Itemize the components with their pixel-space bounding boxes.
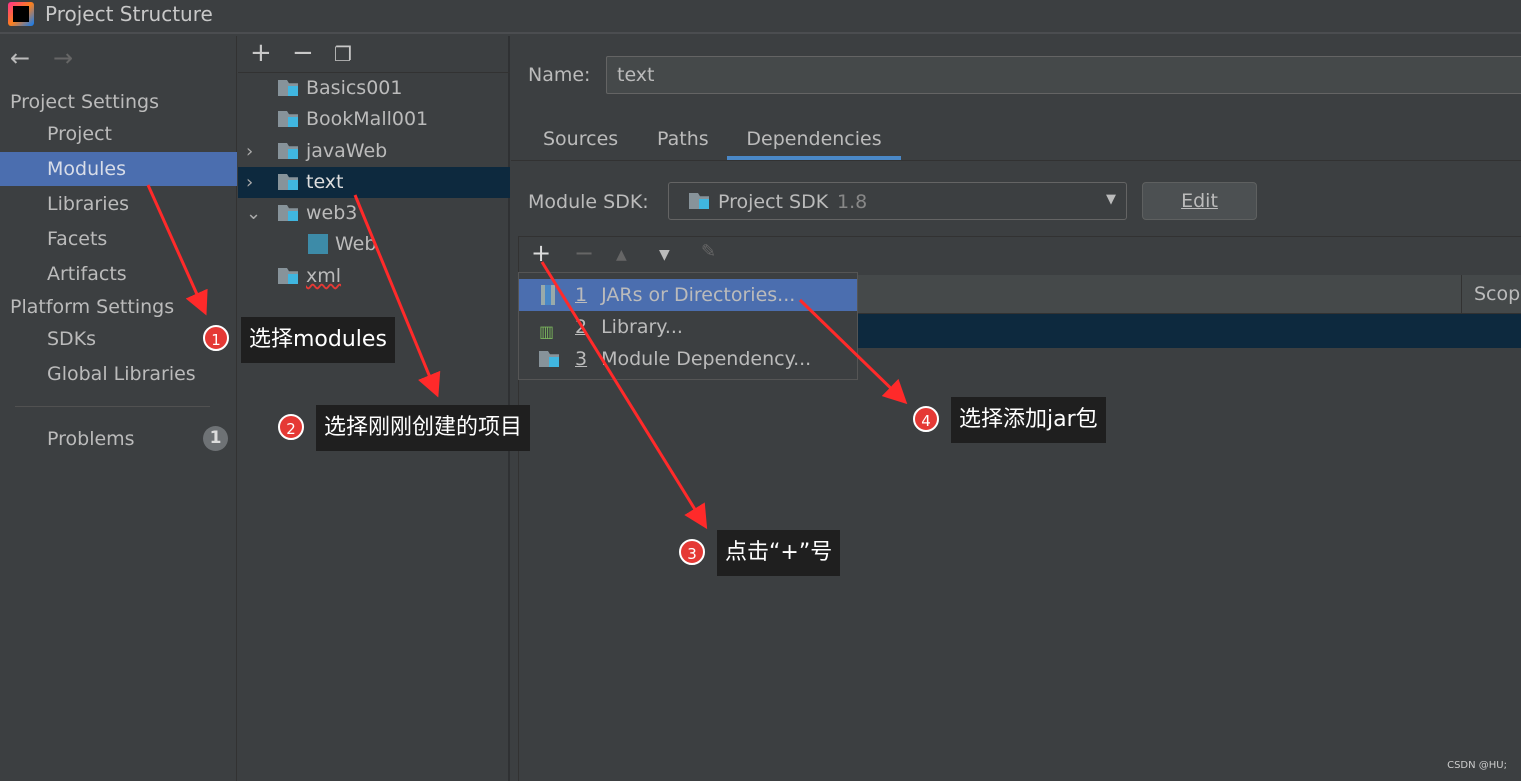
module-folder-icon xyxy=(278,205,298,221)
module-sdk-label: Module SDK: xyxy=(528,191,649,213)
sidebar-item-modules[interactable]: Modules xyxy=(0,152,237,186)
module-folder-icon xyxy=(278,111,298,127)
divider xyxy=(15,406,210,407)
module-folder-icon xyxy=(278,174,298,190)
chevron-down-icon[interactable]: ⌄ xyxy=(246,198,261,229)
chevron-down-icon: ▼ xyxy=(1106,192,1116,207)
name-label: Name: xyxy=(528,64,591,86)
sidebar-item-libraries[interactable]: Libraries xyxy=(0,187,237,221)
web-facet-icon xyxy=(308,234,328,254)
scope-column-header[interactable]: Scop xyxy=(1461,275,1521,314)
move-up-icon[interactable]: ▲ xyxy=(616,247,627,263)
sidebar-item-project[interactable]: Project xyxy=(0,117,237,151)
tree-node[interactable]: BookMall001 xyxy=(238,104,510,135)
menu-item-module-dependency[interactable]: 3 Module Dependency... xyxy=(519,343,857,375)
back-arrow-icon[interactable]: ← xyxy=(10,44,30,72)
move-down-icon[interactable]: ▼ xyxy=(659,247,670,263)
chevron-right-icon[interactable]: › xyxy=(246,136,253,167)
section-platform-settings: Platform Settings xyxy=(10,296,175,318)
divider xyxy=(511,160,1521,161)
annotation-number-3: 3 xyxy=(679,539,705,565)
module-folder-icon xyxy=(539,351,559,367)
add-dependency-popup: 1 JARs or Directories... ▥ 2 Library... 3 Mo… xyxy=(518,272,858,380)
chevron-right-icon[interactable]: › xyxy=(246,167,253,198)
forward-arrow-icon[interactable]: → xyxy=(53,44,73,72)
title-bar: Project Structure xyxy=(0,0,1521,34)
jar-icon xyxy=(541,285,555,305)
annotation-callout-2: 选择刚刚创建的项目 xyxy=(316,405,531,451)
sidebar: ← → Project Settings Project Modules Lib… xyxy=(0,36,237,781)
menu-item-jars[interactable]: 1 JARs or Directories... xyxy=(519,279,857,311)
edit-pencil-icon[interactable]: ✎ xyxy=(701,241,716,262)
module-sdk-dropdown[interactable]: Project SDK 1.8 ▼ xyxy=(668,182,1127,220)
name-input[interactable]: text xyxy=(606,56,1521,94)
tree-node[interactable]: › javaWeb xyxy=(238,136,510,167)
modules-toolbar: + − ❐ xyxy=(238,36,510,73)
menu-item-library[interactable]: ▥ 2 Library... xyxy=(519,311,857,343)
module-folder-icon xyxy=(278,143,298,159)
module-folder-icon xyxy=(278,80,298,96)
tab-paths[interactable]: Paths xyxy=(657,128,709,160)
annotation-callout-1: 选择modules xyxy=(241,317,395,363)
tree-node[interactable]: xml xyxy=(238,261,510,292)
remove-icon[interactable]: − xyxy=(574,239,594,267)
tree-node[interactable]: Basics001 xyxy=(238,73,510,104)
sidebar-item-facets[interactable]: Facets xyxy=(0,222,237,256)
problems-count-badge: 1 xyxy=(203,426,228,451)
edit-button[interactable]: Edit xyxy=(1142,182,1257,220)
section-project-settings: Project Settings xyxy=(10,91,159,113)
sdk-folder-icon xyxy=(689,193,709,209)
window-title: Project Structure xyxy=(45,2,213,26)
remove-icon[interactable]: − xyxy=(292,38,314,68)
tab-sources[interactable]: Sources xyxy=(543,128,618,160)
watermark: CSDN @HU; xyxy=(1447,760,1507,771)
annotation-callout-4: 选择添加jar包 xyxy=(951,397,1106,443)
add-dependency-icon[interactable]: + xyxy=(531,239,551,267)
sidebar-item-sdks[interactable]: SDKs xyxy=(0,322,237,356)
annotation-number-2: 2 xyxy=(278,414,304,440)
tab-dependencies[interactable]: Dependencies xyxy=(727,128,901,160)
tree-node[interactable]: ⌄ web3 xyxy=(238,198,510,229)
module-folder-icon xyxy=(278,268,298,284)
sidebar-item-global-libraries[interactable]: Global Libraries xyxy=(0,357,237,391)
add-icon[interactable]: + xyxy=(250,38,272,68)
copy-icon[interactable]: ❐ xyxy=(334,42,352,66)
sidebar-item-artifacts[interactable]: Artifacts xyxy=(0,257,237,291)
annotation-callout-3: 点击“+”号 xyxy=(717,530,841,576)
tree-node[interactable]: Web xyxy=(238,229,510,260)
sidebar-item-problems[interactable]: Problems xyxy=(0,422,237,456)
annotation-number-1: 1 xyxy=(203,325,229,351)
tree-node-selected[interactable]: › text xyxy=(238,167,510,198)
intellij-logo-icon xyxy=(8,2,34,26)
annotation-number-4: 4 xyxy=(913,406,939,432)
